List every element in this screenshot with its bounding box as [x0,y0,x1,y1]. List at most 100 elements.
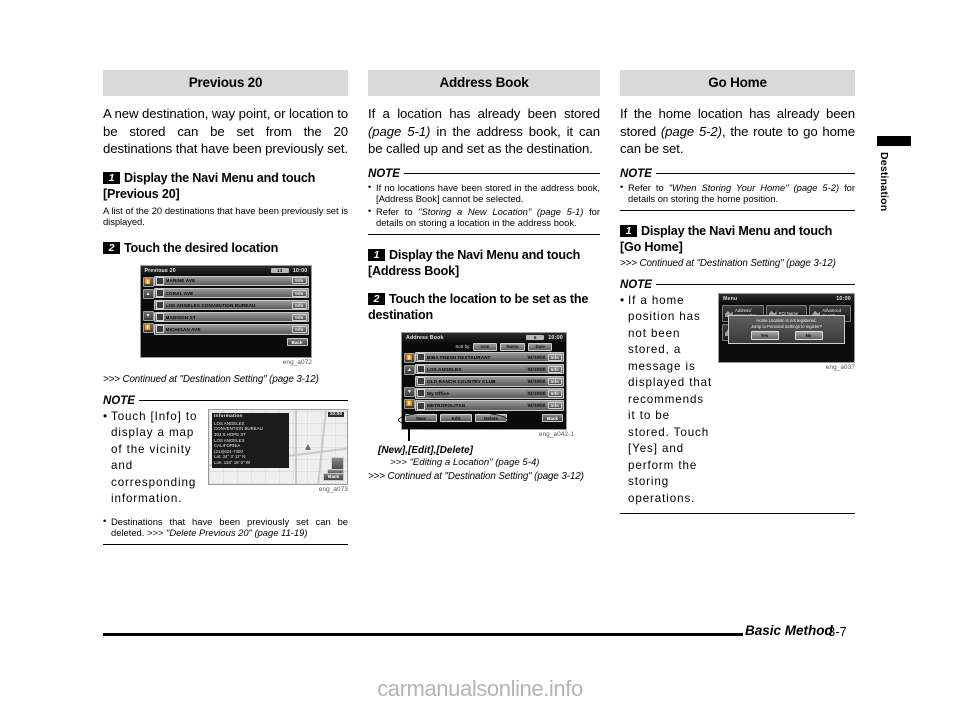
nav-clock: 10:00 [548,334,563,341]
note-item-storing: Refer to "Storing a New Location" (page … [368,205,600,229]
figure-id: eng_a073 [318,485,348,493]
nav-rows: MARINE AVE Info CORAL AVE Info LOS ANGEL… [153,275,309,336]
row-date: 04/18/08 [526,366,547,372]
side-tab-label: Destination [878,152,890,212]
table-row[interactable]: BIBA FRESH RESTAURANT 04/18/08 Info [415,351,564,363]
info-button[interactable]: Info [292,325,307,333]
delete-button[interactable]: Delete [475,414,507,423]
back-button[interactable]: Back [286,338,308,347]
row-name: LOS ANGELES CONVENTION BUREAU [165,302,256,308]
sort-by-name-button[interactable]: Name [499,342,526,351]
figure-menu-screen: Menu 10:00 Address/ Intersection POI Nam… [718,292,855,371]
figure-previous-20-screen: Previous 20 13 10:00 ⏫ ▲ ▼ ⏬ MARINE AVE … [103,264,348,358]
edit-button[interactable]: Edit [440,414,472,423]
column-address-book: Address Book If a location has already b… [368,70,600,482]
note-item-no-locations: If no locations have been stored in the … [368,180,600,205]
back-button[interactable]: Back [542,414,563,423]
step-2-title: Touch the location to be set as the dest… [368,291,589,322]
step-1-title: Display the Navi Menu and touch [Previou… [103,170,316,201]
back-button[interactable]: Back [323,472,344,481]
vehicle-marker [305,443,311,450]
info-button[interactable]: Info [292,301,307,309]
sort-label: Sort by: [455,344,471,350]
continued-reference: >>> Continued at "Destination Setting" (… [368,470,584,482]
table-row[interactable]: LOS ANGELES CONVENTION BUREAU Info [153,299,309,311]
info-button[interactable]: Info [547,389,562,397]
step-1-heading: 1 Display the Navi Menu and touch [Go Hom… [620,223,855,255]
intro-text-a: If a location has already been stored [368,106,600,121]
sort-bar: Sort by: Icon Name Date [402,342,566,352]
place-icon [417,401,425,410]
new-button[interactable]: New [405,414,437,423]
table-row[interactable]: METROPOLITAN 04/18/08 Info [415,400,564,411]
table-row[interactable]: OLD RANCH COUNTRY CLUB 04/18/08 Info [415,376,564,387]
step-number-badge: 1 [620,224,637,237]
intro-paragraph: A new destination, way point, or locatio… [103,106,348,156]
step-1-title: Display the Navi Menu and touch [Address… [368,247,581,278]
scroll-top-button[interactable]: ⏫ [142,276,154,287]
dialog-yes-button[interactable]: Yes [750,331,779,340]
row-date: 04/18/08 [526,390,547,396]
note-closing-rule [368,233,600,235]
note-rule [138,400,348,402]
figure-id: eng_a042-1 [538,430,574,438]
table-row[interactable]: My Office 04/18/08 Info [415,388,564,399]
section-header-previous-20: Previous 20 [103,70,348,96]
row-name: MICHIGAN AVE [165,326,201,332]
scroll-bottom-button[interactable]: ⏬ [404,399,415,410]
figure-information-screen: 10:00 Information LOS ANGELES CONVENTION… [208,408,348,493]
row-name: METROPOLITAN [427,403,466,408]
intro-reference: (page 5-2) [660,123,722,139]
continued-reference: >>> Continued at "Destination Setting" (… [620,257,836,269]
scroll-down-button[interactable]: ▼ [142,311,154,322]
nav-screen-previous-20: Previous 20 13 10:00 ⏫ ▲ ▼ ⏬ MARINE AVE … [139,264,312,358]
row-name: LOS ANGELES [427,366,462,372]
place-icon [417,365,425,374]
table-row[interactable]: MARINE AVE Info [153,275,309,287]
scroll-top-button[interactable]: ⏫ [404,352,415,363]
note-label: NOTE [368,167,400,180]
note-item-delete: Destinations that have been previously s… [103,515,348,539]
place-icon [155,276,164,285]
column-previous-20: Previous 20 A new destination, way point… [103,70,348,545]
row-name: MADISON ST [165,314,196,320]
info-button[interactable]: Info [547,353,562,361]
info-button[interactable]: Info [292,313,307,321]
info-button[interactable]: Info [292,289,307,297]
note-label: NOTE [620,278,652,291]
table-row[interactable]: LOS ANGELES 04/18/08 Info [415,363,564,375]
figure-id: eng_a037 [825,363,855,371]
road-line [295,409,297,484]
table-row[interactable]: MADISON ST Info [153,311,309,323]
nav-clock: 10:00 [836,295,851,302]
nav-scroll-buttons[interactable]: ⏫ ▲ ▼ ⏬ [404,352,415,412]
scroll-up-button[interactable]: ▲ [404,364,415,375]
table-row[interactable]: CORAL AVE Info [153,287,309,299]
note-reference: "When Storing Your Home" (page 5-2) [668,181,840,193]
note-heading: NOTE [103,395,348,407]
place-icon [155,301,164,310]
scroll-bottom-button[interactable]: ⏬ [142,323,154,334]
step-2-heading: 2 Touch the desired location [103,240,348,256]
nav-list-body: ⏫ ▲ ▼ ⏬ MARINE AVE Info CORAL AVE Info L… [141,275,311,338]
nav-footer: Back [141,338,311,348]
info-button[interactable]: Info [547,402,562,409]
table-row[interactable]: MICHIGAN AVE Info [153,324,309,335]
info-button[interactable]: Info [292,277,307,285]
nav-screen-address-book: Address Book 6 10:00 Sort by: Icon Name … [401,331,567,430]
intro-reference: (page 5-1) [368,123,431,139]
sort-by-icon-button[interactable]: Icon [473,342,497,351]
info-button[interactable]: Info [547,377,562,385]
note-with-figure: Touch [Info] to display a map of the vic… [103,408,348,508]
note-text-a: Refer to [376,205,419,217]
dialog-no-button[interactable]: No [794,331,823,340]
scroll-down-button[interactable]: ▼ [404,387,415,398]
info-button[interactable]: Info [547,365,562,373]
figure-address-book-screen: Address Book 6 10:00 Sort by: Icon Name … [368,331,600,441]
scroll-up-button[interactable]: ▲ [142,288,154,299]
nav-scroll-buttons[interactable]: ⏫ ▲ ▼ ⏬ [142,276,154,336]
footer-rule [103,633,743,636]
place-icon [417,389,425,398]
edit-button-row: New Edit Delete Back [402,414,566,424]
sort-by-date-button[interactable]: Date [528,342,552,351]
